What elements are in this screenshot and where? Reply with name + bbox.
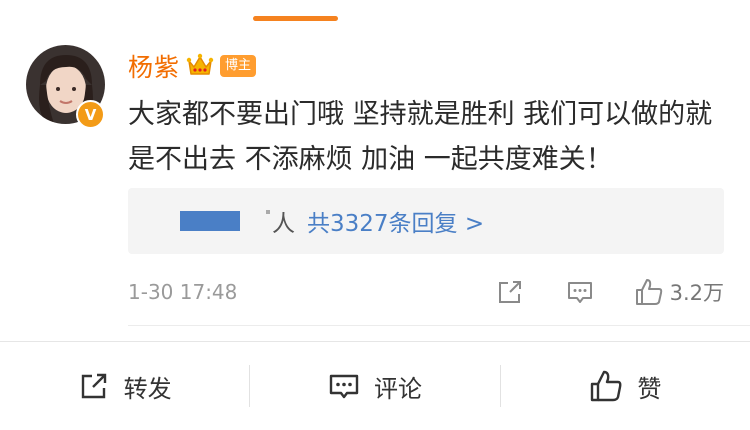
name-row: 杨紫 博主 [128,48,257,84]
blogger-badge: 博主 [220,55,257,77]
post-content: 大家都不要出门哦 坚持就是胜利 我们可以做的就是不出去 不添麻烦 加油 一起共度… [128,99,713,175]
repost-label: 转发 [123,374,172,403]
verified-badge: V [76,100,105,129]
verified-mark: V [84,105,97,124]
repost-button[interactable]: 转发 [0,342,249,430]
share-button[interactable] [496,278,524,306]
like-label: 赞 [637,374,662,403]
meta-row: 1-30 17:48 3.2万 [128,272,724,312]
like-toolbar-button[interactable]: 赞 [501,342,750,430]
like-icon [591,370,622,402]
crown-icon [186,53,214,75]
replies-box[interactable]: 人 共3327条回复 > [128,188,724,254]
comment-label: 评论 [373,374,422,403]
redacted-names [180,211,240,231]
like-count: 3.2万 [669,281,724,305]
reply-mark [266,210,270,214]
comment-toolbar-button[interactable]: 评论 [250,342,499,430]
username[interactable]: 杨紫 [128,48,180,84]
like-button[interactable]: 3.2万 [634,277,724,307]
comment-button[interactable] [566,278,594,306]
repost-icon [81,373,106,399]
share-icon [498,281,521,303]
timestamp: 1-30 17:48 [128,280,238,304]
tab-indicator [253,16,338,21]
like-icon [635,279,662,305]
divider [128,325,750,326]
comment-icon [329,374,359,399]
comment-icon [567,282,592,303]
replies-suffix: 人 [272,211,295,237]
replies-link[interactable]: 共3327条回复 > [307,204,484,238]
bottom-toolbar: 转发 评论 赞 [0,342,750,430]
